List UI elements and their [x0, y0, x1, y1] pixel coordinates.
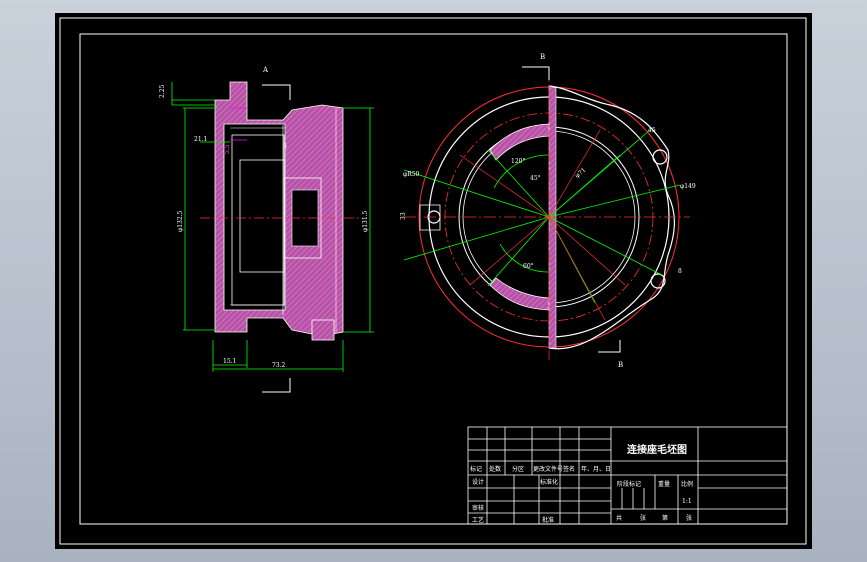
dim-r-top: 45 — [648, 127, 656, 134]
bore — [239, 159, 285, 273]
boss-hatch — [311, 319, 335, 341]
tb-process: 工艺 — [472, 516, 484, 524]
dim-dia-right: φ131.5 — [362, 210, 369, 232]
tb-mark: 标记 — [470, 465, 482, 473]
tb-zone: 分区 — [512, 465, 524, 473]
dim-bottom-left: 15.1 — [223, 358, 236, 365]
lug-outline — [548, 85, 675, 350]
tb-design: 设计 — [472, 478, 484, 486]
slot-hatch — [489, 123, 550, 161]
cad-viewport: A B B 2.25 21.1 5.5 5 φ132.5 φ131.5 15.1… — [0, 0, 867, 562]
dim-small: 5.5 — [224, 144, 231, 154]
tb-sheet-unit: 张 — [686, 514, 692, 522]
drawing-title: 连接座毛坯图 — [627, 443, 687, 456]
tb-review: 审核 — [472, 504, 484, 512]
dim-hole-b: 8 — [678, 268, 682, 275]
tb-scale: 比例 — [681, 480, 693, 488]
tb-standard: 标准化 — [540, 478, 558, 486]
dim-r-mid: φ71 — [574, 167, 588, 180]
tb-approve: 批准 — [542, 516, 554, 524]
tb-sign: 签名 — [563, 465, 575, 473]
dim-slot-w: 33 — [400, 212, 407, 220]
dim-flange: 21.1 — [194, 136, 207, 143]
drawing-canvas: A B B 2.25 21.1 5.5 5 φ132.5 φ131.5 15.1… — [55, 13, 812, 549]
dim-angle-a: 120° — [511, 158, 525, 165]
title-block — [467, 426, 788, 525]
dim-top: 2.25 — [159, 84, 166, 98]
dim-r-right: φ149 — [680, 183, 696, 190]
dim-dia-left: φ132.5 — [177, 210, 184, 232]
tb-date: 年、月、日 — [581, 465, 611, 473]
tb-scale-value: 1:1 — [682, 498, 692, 505]
section-label-a: A — [262, 66, 269, 74]
section-label-b-bottom: B — [618, 361, 623, 369]
tb-sheets-total: 共 — [616, 514, 622, 522]
tb-stage-mark: 阶段标记 — [617, 480, 641, 488]
section-view — [200, 81, 360, 393]
bolt-hole — [652, 149, 668, 165]
tb-sheet-no: 第 — [662, 514, 668, 522]
end-view — [403, 66, 690, 360]
section-label-b-top: B — [540, 53, 545, 61]
dim-angle-c: 60° — [523, 263, 534, 270]
slot-hatch — [489, 277, 550, 311]
dim-r: 5 — [283, 143, 287, 150]
tb-change-doc: 更改文件号 — [533, 465, 563, 473]
tb-weight: 重量 — [658, 480, 670, 488]
tb-count: 处数 — [489, 465, 501, 473]
tb-sheets-unit: 张 — [640, 514, 646, 522]
engineering-drawing: A B B 2.25 21.1 5.5 5 φ132.5 φ131.5 15.1… — [59, 17, 807, 545]
dim-angle-b: 45° — [530, 175, 541, 182]
dim-bottom-total: 73.2 — [272, 362, 286, 369]
dim-r-left: φR50 — [403, 171, 420, 178]
